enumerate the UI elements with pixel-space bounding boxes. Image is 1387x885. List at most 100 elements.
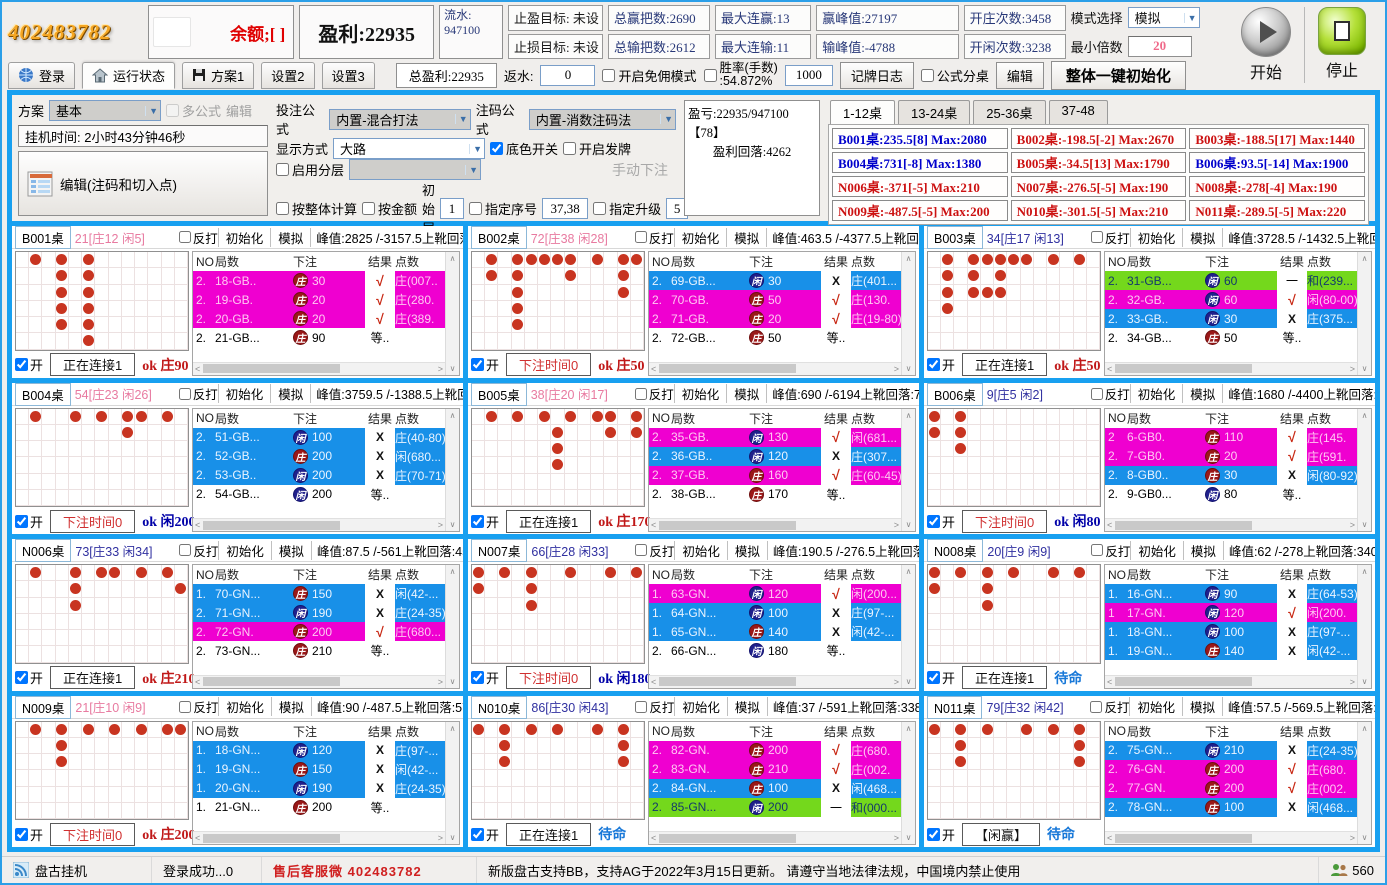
vertical-scrollbar[interactable]: ∧ ∨ (901, 565, 915, 688)
init-table-button[interactable]: 初始化 (218, 541, 271, 560)
seq-input[interactable] (542, 198, 588, 219)
table-open-checkbox[interactable]: 开 (927, 512, 955, 531)
simulate-button[interactable]: 模拟 (727, 541, 767, 560)
vertical-scrollbar[interactable]: ∧ ∨ (1357, 722, 1371, 845)
vertical-scrollbar[interactable]: ∧ ∨ (1357, 252, 1371, 375)
table-name-tab[interactable]: N010桌 (471, 696, 527, 719)
table-name-tab[interactable]: N006桌 (15, 539, 71, 562)
vertical-scrollbar[interactable]: ∧ ∨ (901, 252, 915, 375)
init-table-button[interactable]: 初始化 (674, 228, 727, 247)
scroll-down-icon[interactable]: ∨ (906, 677, 912, 686)
table-summary-cell[interactable]: B003桌:-188.5[17] Max:1440 (1189, 128, 1365, 149)
init-table-button[interactable]: 初始化 (674, 541, 727, 560)
scroll-left-icon[interactable]: < (1107, 677, 1112, 687)
simulate-button[interactable]: 模拟 (1182, 384, 1222, 403)
simulate-button[interactable]: 模拟 (1182, 697, 1222, 716)
scroll-up-icon[interactable]: ∧ (906, 724, 912, 733)
scrollbar-thumb[interactable] (1115, 521, 1251, 530)
table-open-checkbox[interactable]: 开 (471, 668, 499, 687)
simulate-button[interactable]: 模拟 (726, 384, 766, 403)
reverse-bet-checkbox[interactable]: 反打 (635, 541, 674, 560)
table-open-checkbox[interactable]: 开 (927, 355, 955, 374)
horizontal-scrollbar[interactable]: < > (193, 362, 445, 375)
scroll-down-icon[interactable]: ∨ (450, 833, 456, 842)
tab-tables-37-48[interactable]: 37-48 (1049, 100, 1108, 124)
scroll-up-icon[interactable]: ∧ (906, 567, 912, 576)
scroll-up-icon[interactable]: ∧ (1362, 254, 1368, 263)
scroll-right-icon[interactable]: > (438, 833, 443, 843)
table-name-tab[interactable]: B001桌 (15, 226, 71, 249)
tab-run-status[interactable]: 运行状态 (82, 62, 175, 89)
reverse-bet-checkbox[interactable]: 反打 (1091, 228, 1130, 247)
horizontal-scrollbar[interactable]: < > (649, 518, 901, 531)
horizontal-scrollbar[interactable]: < > (193, 518, 445, 531)
init-table-button[interactable]: 初始化 (674, 697, 727, 716)
table-summary-cell[interactable]: N010桌:-301.5[-5] Max:210 (1011, 200, 1187, 221)
connection-status-button[interactable]: 下注时间0 (962, 510, 1047, 533)
horizontal-scrollbar[interactable]: < > (1105, 675, 1357, 688)
scroll-right-icon[interactable]: > (894, 520, 899, 530)
mode-select[interactable]: 模拟▼ (1128, 7, 1200, 28)
table-summary-cell[interactable]: N011桌:-289.5[-5] Max:220 (1189, 200, 1365, 221)
upgrade-checkbox[interactable]: 指定升级 (593, 199, 661, 218)
scroll-left-icon[interactable]: < (1107, 520, 1112, 530)
scroll-down-icon[interactable]: ∨ (1362, 833, 1368, 842)
scroll-down-icon[interactable]: ∨ (450, 520, 456, 529)
scrollbar-thumb[interactable] (203, 521, 339, 530)
table-open-checkbox[interactable]: 开 (927, 668, 955, 687)
vertical-scrollbar[interactable]: ∧ ∨ (1357, 409, 1371, 532)
table-summary-cell[interactable]: N008桌:-278[-4] Max:190 (1189, 176, 1365, 197)
scroll-up-icon[interactable]: ∧ (906, 411, 912, 420)
table-summary-cell[interactable]: N006桌:-371[-5] Max:210 (832, 176, 1008, 197)
scrollbar-thumb[interactable] (659, 521, 795, 530)
horizontal-scrollbar[interactable]: < > (1105, 831, 1357, 844)
init-table-button[interactable]: 初始化 (1130, 541, 1183, 560)
edit-button[interactable]: 编辑 (996, 62, 1044, 89)
reverse-bet-checkbox[interactable]: 反打 (179, 541, 218, 560)
horizontal-scrollbar[interactable]: < > (649, 831, 901, 844)
scroll-right-icon[interactable]: > (894, 833, 899, 843)
scroll-left-icon[interactable]: < (195, 833, 200, 843)
win-rate-checkbox[interactable]: 胜率(手数):54.872% (704, 62, 778, 88)
vertical-scrollbar[interactable]: ∧ ∨ (1357, 565, 1371, 688)
scroll-up-icon[interactable]: ∧ (450, 411, 456, 420)
scroll-left-icon[interactable]: < (651, 833, 656, 843)
vertical-scrollbar[interactable]: ∧ ∨ (445, 409, 459, 532)
scrollbar-thumb[interactable] (203, 364, 339, 373)
simulate-button[interactable]: 模拟 (270, 384, 310, 403)
scroll-left-icon[interactable]: < (651, 364, 656, 374)
bet-formula-select[interactable]: 内置-混合打法▼ (329, 109, 471, 130)
table-name-tab[interactable]: B005桌 (471, 383, 527, 406)
init-table-button[interactable]: 初始化 (218, 228, 271, 247)
table-open-checkbox[interactable]: 开 (927, 825, 955, 844)
calc-whole-checkbox[interactable]: 按整体计算 (276, 199, 357, 218)
table-name-tab[interactable]: B006桌 (927, 383, 983, 406)
stop-button[interactable] (1318, 7, 1366, 55)
connection-status-button[interactable]: 正在连接1 (50, 666, 135, 689)
scroll-up-icon[interactable]: ∧ (450, 254, 456, 263)
deal-cards-checkbox[interactable]: 开启发牌 (563, 139, 631, 158)
scroll-down-icon[interactable]: ∨ (1362, 520, 1368, 529)
start-button[interactable] (1241, 7, 1291, 57)
scroll-down-icon[interactable]: ∨ (906, 364, 912, 373)
scroll-right-icon[interactable]: > (1350, 833, 1355, 843)
scroll-down-icon[interactable]: ∨ (906, 833, 912, 842)
init-table-button[interactable]: 初始化 (674, 384, 727, 403)
scroll-down-icon[interactable]: ∨ (906, 520, 912, 529)
table-name-tab[interactable]: B004桌 (15, 383, 71, 406)
scroll-up-icon[interactable]: ∧ (450, 724, 456, 733)
card-log-button[interactable]: 记牌日志 (840, 62, 914, 89)
connection-status-button[interactable]: 下注时间0 (50, 823, 135, 846)
table-open-checkbox[interactable]: 开 (15, 825, 43, 844)
scroll-left-icon[interactable]: < (1107, 364, 1112, 374)
vertical-scrollbar[interactable]: ∧ ∨ (901, 409, 915, 532)
scroll-left-icon[interactable]: < (1107, 833, 1112, 843)
connection-status-button[interactable]: 正在连接1 (506, 510, 591, 533)
scroll-right-icon[interactable]: > (438, 677, 443, 687)
table-name-tab[interactable]: N008桌 (927, 539, 983, 562)
init-layer-input[interactable] (440, 198, 464, 219)
init-table-button[interactable]: 初始化 (218, 384, 271, 403)
edit-codes-button[interactable]: 编辑(注码和切入点) (18, 151, 268, 216)
rebate-input[interactable] (540, 65, 595, 86)
no-commission-checkbox[interactable]: 开启免佣模式 (602, 66, 696, 85)
